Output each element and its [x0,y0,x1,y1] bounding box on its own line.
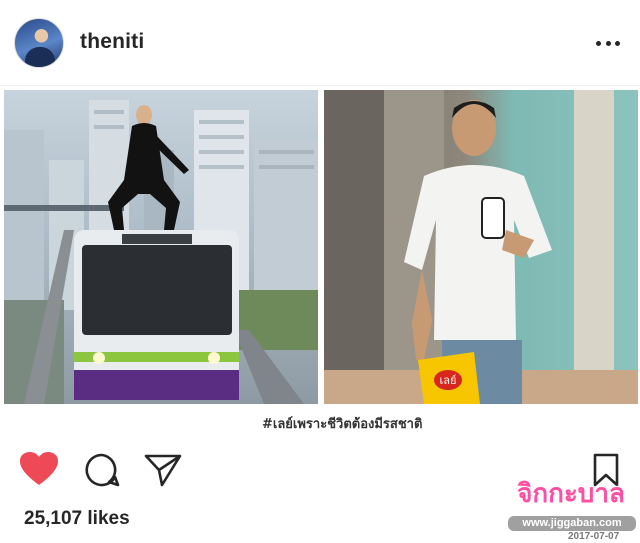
woman-on-skytrain-photo [4,90,318,404]
more-horizontal-icon[interactable] [596,38,620,48]
comment-icon[interactable] [84,452,120,493]
avatar-figure [25,47,55,67]
watermark-date: 2017-07-07 [568,531,620,542]
skytrain-illustration [4,100,318,404]
username[interactable]: theniti [80,30,144,54]
likes-count[interactable]: 25,107 likes [24,508,130,530]
watermark-logo: จิกกะบาล [517,479,625,509]
man-with-chips-photo: เลย์ [324,90,638,404]
post-header: theniti [0,0,640,86]
send-icon[interactable] [144,452,182,493]
watermark-url: www.jiggaban.com [508,516,636,531]
mirror-selfie-illustration: เลย์ [324,90,638,404]
heart-icon[interactable] [20,452,58,491]
post-image[interactable]: เลย์ #เลย์เพราะชีวิตต้องมีรสชาติ [0,86,640,432]
avatar[interactable] [14,18,64,68]
image-hashtag: #เลย์เพราะชีวิตต้องมีรสชาติ [262,417,423,432]
chips-brand-label: เลย์ [440,374,457,387]
